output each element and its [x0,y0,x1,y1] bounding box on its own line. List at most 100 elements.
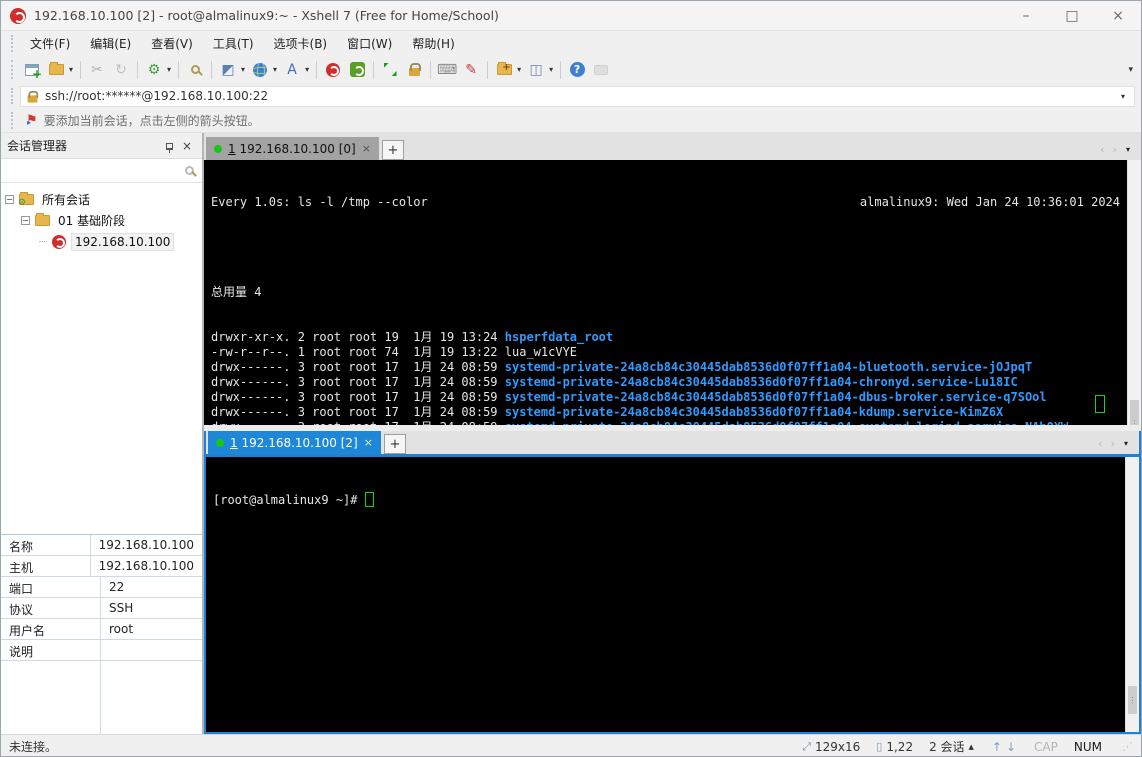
compose-pane-button[interactable]: ◩ [217,59,239,81]
tree-item-all-sessions[interactable]: 所有会话 [5,189,198,210]
tab-scroll-right-icon[interactable]: › [1113,143,1117,156]
property-value: 192.168.10.100 [98,538,194,552]
virtual-keyboard-icon: ⌨ [436,61,458,78]
toolbar-overflow-button[interactable]: ▾ [1128,65,1141,75]
toolbar-separator [316,60,318,79]
font-button[interactable]: A [281,59,303,81]
property-row: 名称 192.168.10.100 [1,535,202,556]
file-listing-line: drwx------. 3 root root 17 1月 24 08:59 s… [211,390,1047,404]
terminal-cursor [1095,395,1105,413]
info-text: 要添加当前会话，点击左侧的箭头按钮。 [43,114,260,128]
tab-close-icon[interactable]: × [362,142,371,155]
property-value: 22 [109,580,125,594]
shell-prompt: [root@almalinux9 ~]# [213,492,1118,508]
maximize-button[interactable]: □ [1049,1,1095,30]
new-tab-button[interactable]: + [383,434,406,454]
scrollbar-2[interactable]: ⋮ [1125,457,1139,732]
menu-help[interactable]: 帮助(H) [402,32,464,55]
tab-close-icon[interactable]: × [364,436,373,449]
tree-item-stage-folder[interactable]: 01 基础阶段 [5,210,198,231]
file-listing-line: drwx------. 3 root root 17 1月 24 08:59 s… [211,405,1004,419]
connected-dot-icon [216,438,224,447]
toolbar-separator [211,60,213,79]
compose-pane-icon: ◩ [221,61,235,78]
xftp-button[interactable] [346,59,368,81]
toolbar-separator [373,60,375,79]
session-properties-dropdown-icon[interactable]: ▾ [167,65,171,74]
new-folder-icon [496,62,512,75]
scrollbar-1[interactable]: ⋮ [1127,160,1141,425]
feedback-chat-button [590,59,612,81]
tree-item-session[interactable]: 192.168.10.100 [5,231,198,252]
toolbar: ▾ ✂ ↻ ⚙ ▾ ◩ ▾ ▾ A ▾ ⌨ ✎ ▾ ◫ ▾? ▾ [1,56,1141,83]
new-folder-button[interactable] [493,59,515,81]
menu-tabs[interactable]: 选项卡(B) [264,32,338,55]
session-count-button[interactable]: 2 会话 ▲ [929,738,974,755]
terminal-1[interactable]: Every 1.0s: ls -l /tmp --color almalinux9… [204,160,1141,425]
app-logo-icon [10,7,26,24]
tab-scroll-left-icon[interactable]: ‹ [1098,437,1102,450]
tile-windows-dropdown-icon[interactable]: ▾ [549,65,553,74]
pin-button[interactable] [160,139,178,153]
collapse-icon[interactable] [21,216,30,225]
session-nav-arrows[interactable]: ↑ ↓ [990,740,1018,754]
tab-session-2[interactable]: 1 192.168.10.100 [2] × [208,431,381,454]
folder-icon [35,213,50,226]
menu-edit[interactable]: 编辑(E) [80,32,141,55]
menu-file[interactable]: 文件(F) [20,32,80,55]
address-dropdown-icon[interactable]: ▾ [1121,92,1125,101]
tab-list-dropdown-icon[interactable]: ▾ [1124,439,1128,448]
tab-bar-1: 1 192.168.10.100 [0] × + ‹ › ▾ [204,133,1141,160]
scrollbar-thumb[interactable]: ⋮ [1128,686,1137,714]
menu-window[interactable]: 窗口(W) [337,32,402,55]
bookmark-flag-icon: ⚑ [26,113,38,128]
directory-name: systemd-private-24a8cb84c30445dab8536d0f… [505,420,1069,425]
toolbar-separator [430,60,432,79]
font-dropdown-icon[interactable]: ▾ [305,65,309,74]
open-session-button[interactable] [45,59,67,81]
directory-name: hsperfdata_root [504,330,614,344]
encoding-globe-button[interactable] [249,59,271,81]
tab-list-dropdown-icon[interactable]: ▾ [1126,145,1130,154]
file-name: lua_w1cVYE [504,345,578,359]
fullscreen-button[interactable] [379,59,401,81]
tile-windows-button[interactable]: ◫ [525,59,547,81]
resize-grip-icon[interactable]: ⋰ [1122,740,1133,753]
panel-close-button[interactable]: × [178,139,196,153]
tab-session-0[interactable]: 1 192.168.10.100 [0] × [206,137,379,160]
folder-gear-icon [18,192,34,208]
close-button[interactable]: × [1095,1,1141,30]
new-tab-button[interactable]: + [381,140,404,160]
collapse-icon[interactable] [5,195,14,204]
new-folder-dropdown-icon[interactable]: ▾ [517,65,521,74]
help-button[interactable]: ? [566,59,588,81]
highlight-pen-button[interactable]: ✎ [460,59,482,81]
disconnect-button: ✂ [86,59,108,81]
connection-status: 未连接。 [9,740,58,754]
terminal-cursor [364,492,374,507]
minimize-button[interactable]: – [1003,1,1049,30]
session-search-box[interactable] [1,159,202,183]
tab-scroll-right-icon[interactable]: › [1111,437,1115,450]
menu-view[interactable]: 查看(V) [141,32,203,55]
terminal-2[interactable]: [root@almalinux9 ~]# ⋮ [206,457,1139,732]
search-icon [185,166,194,175]
encoding-globe-dropdown-icon[interactable]: ▾ [273,65,277,74]
session-properties-button[interactable]: ⚙ [143,59,165,81]
new-session-button[interactable] [21,59,43,81]
lock-screen-button[interactable] [403,59,425,81]
session-properties-table: 名称 192.168.10.100 主机 192.168.10.100 端口 22 协议 SS… [1,534,202,734]
scrollbar-thumb[interactable]: ⋮ [1130,400,1139,425]
tab-scroll-left-icon[interactable]: ‹ [1100,143,1104,156]
xshell-button[interactable] [322,59,344,81]
find-button[interactable] [184,59,206,81]
toolbar-grip [11,60,16,79]
menu-tools[interactable]: 工具(T) [203,32,264,55]
compose-pane-dropdown-icon[interactable]: ▾ [241,65,245,74]
open-session-dropdown-icon[interactable]: ▾ [69,65,73,74]
virtual-keyboard-button[interactable]: ⌨ [436,59,458,81]
caret-up-icon: ▲ [968,742,974,751]
tab-index: 1 [228,141,236,156]
title-bar: 192.168.10.100 [2] - root@almalinux9:~ -… [1,1,1141,31]
address-field[interactable]: ssh://root:******@192.168.10.100:22 ▾ [20,85,1135,107]
